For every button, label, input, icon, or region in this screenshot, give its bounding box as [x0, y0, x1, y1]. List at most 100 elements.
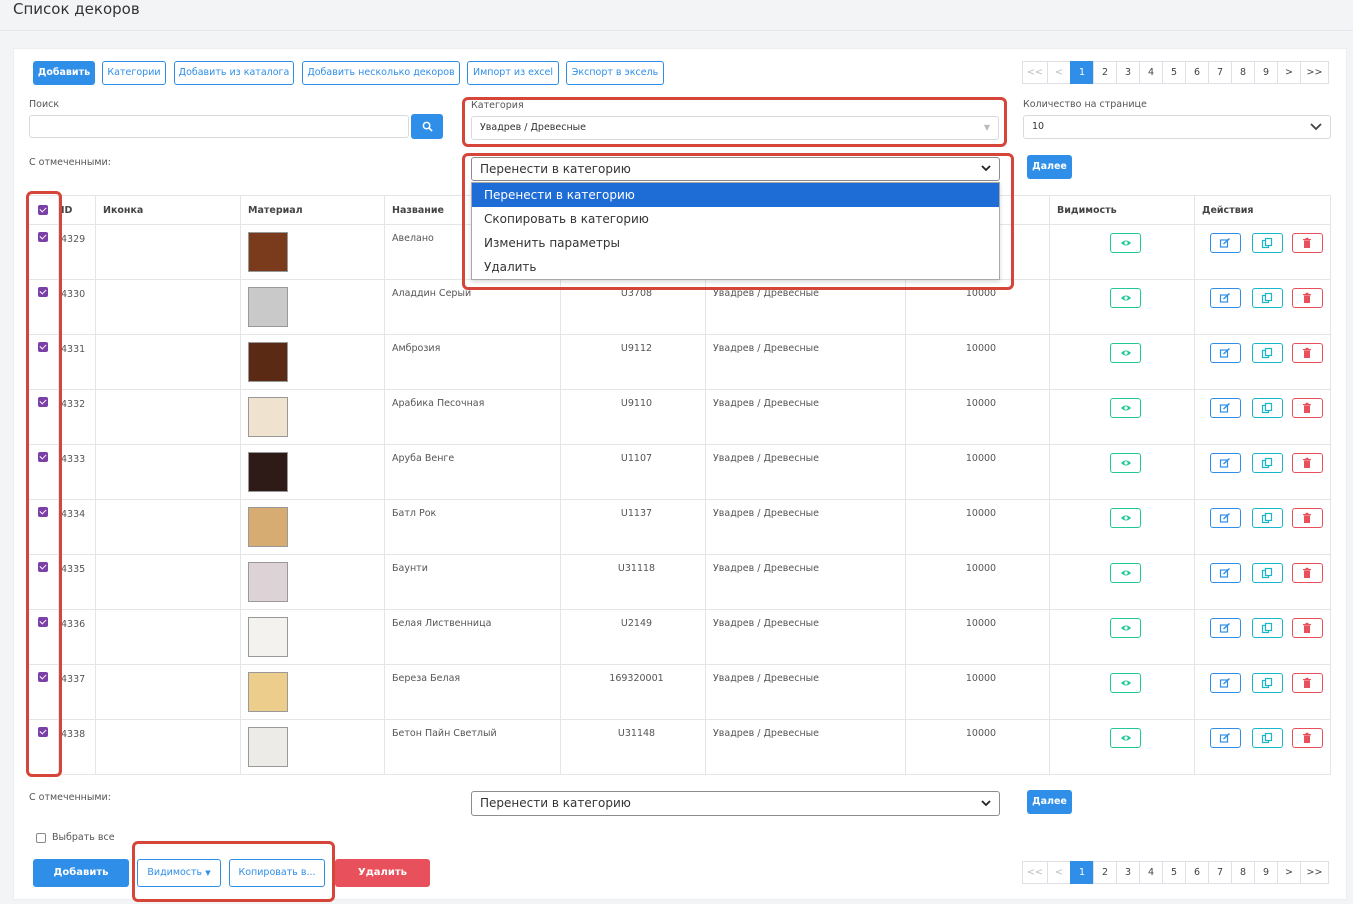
pagination-page[interactable]: 4 — [1139, 861, 1163, 884]
footer-next-button[interactable]: Далее — [1027, 790, 1072, 814]
row-checkbox[interactable] — [38, 727, 48, 737]
copy-button[interactable] — [1251, 508, 1283, 528]
footer-bulk-action-select[interactable]: Перенести в категорию — [471, 791, 1000, 816]
dropdown-option-delete[interactable]: Удалить — [472, 255, 999, 279]
per-page-select[interactable]: 10 — [1023, 115, 1331, 139]
bulk-action-select[interactable]: Перенести в категорию — [471, 157, 1000, 181]
delete-button[interactable]: Удалить — [335, 859, 430, 887]
dropdown-option-move[interactable]: Перенести в категорию — [472, 183, 999, 207]
pagination-last[interactable]: >> — [1300, 861, 1329, 884]
copy-button[interactable] — [1251, 453, 1283, 473]
copy-button[interactable] — [1251, 233, 1283, 253]
select-all-checkbox[interactable] — [36, 833, 46, 843]
edit-button[interactable] — [1209, 728, 1241, 748]
delete-row-button[interactable] — [1291, 398, 1323, 418]
pagination-page[interactable]: 9 — [1254, 61, 1278, 84]
dropdown-option-copy[interactable]: Скопировать в категорию — [472, 207, 999, 231]
copy-button[interactable] — [1251, 728, 1283, 748]
delete-row-button[interactable] — [1291, 233, 1323, 253]
visibility-toggle-button[interactable] — [1110, 618, 1141, 638]
header-select-checkbox[interactable] — [28, 195, 59, 225]
visibility-toggle-button[interactable] — [1110, 288, 1141, 308]
row-checkbox[interactable] — [38, 452, 48, 462]
add-button[interactable]: Добавить — [33, 61, 95, 85]
pagination-prev[interactable]: < — [1047, 61, 1071, 84]
visibility-toggle-button[interactable] — [1110, 233, 1141, 253]
checkbox-checked[interactable] — [38, 204, 48, 215]
pagination-first[interactable]: << — [1022, 61, 1048, 84]
copy-button[interactable] — [1251, 673, 1283, 693]
pagination-page[interactable]: 8 — [1231, 61, 1255, 84]
pagination-page[interactable]: 7 — [1208, 861, 1232, 884]
edit-button[interactable] — [1209, 673, 1241, 693]
delete-row-button[interactable] — [1291, 508, 1323, 528]
visibility-dropdown-button[interactable]: Видимость ▼ — [137, 859, 221, 887]
visibility-toggle-button[interactable] — [1110, 728, 1141, 748]
pagination-page[interactable]: 5 — [1162, 861, 1186, 884]
edit-button[interactable] — [1209, 618, 1241, 638]
delete-row-button[interactable] — [1291, 343, 1323, 363]
row-checkbox[interactable] — [38, 617, 48, 627]
delete-row-button[interactable] — [1291, 728, 1323, 748]
pagination-page[interactable]: 5 — [1162, 61, 1186, 84]
pagination-last[interactable]: >> — [1300, 61, 1329, 84]
header-icon[interactable]: Иконка — [95, 195, 241, 225]
add-multiple-button[interactable]: Добавить несколько декоров — [302, 61, 460, 85]
copy-button[interactable] — [1251, 343, 1283, 363]
row-checkbox[interactable] — [38, 672, 48, 682]
copy-button[interactable] — [1251, 618, 1283, 638]
pagination-page[interactable]: 2 — [1093, 861, 1117, 884]
copy-button[interactable] — [1251, 398, 1283, 418]
visibility-toggle-button[interactable] — [1110, 343, 1141, 363]
header-material[interactable]: Материал — [240, 195, 385, 225]
pagination-page[interactable]: 6 — [1185, 61, 1209, 84]
export-excel-button[interactable]: Экспорт в эксель — [566, 61, 664, 85]
pagination-page[interactable]: 7 — [1208, 61, 1232, 84]
edit-button[interactable] — [1209, 563, 1241, 583]
pagination-first[interactable]: << — [1022, 861, 1048, 884]
footer-add-button[interactable]: Добавить — [33, 859, 129, 887]
delete-row-button[interactable] — [1291, 618, 1323, 638]
row-checkbox[interactable] — [38, 342, 48, 352]
header-id[interactable]: ID — [58, 195, 96, 225]
copy-button[interactable] — [1251, 288, 1283, 308]
edit-button[interactable] — [1209, 398, 1241, 418]
add-from-catalog-button[interactable]: Добавить из каталога — [174, 61, 294, 85]
visibility-toggle-button[interactable] — [1110, 398, 1141, 418]
edit-button[interactable] — [1209, 343, 1241, 363]
pagination-page[interactable]: 6 — [1185, 861, 1209, 884]
pagination-page[interactable]: 2 — [1093, 61, 1117, 84]
dropdown-option-edit-params[interactable]: Изменить параметры — [472, 231, 999, 255]
search-input[interactable] — [29, 115, 409, 138]
row-checkbox[interactable] — [38, 562, 48, 572]
row-checkbox[interactable] — [38, 507, 48, 517]
pagination-page[interactable]: 1 — [1070, 861, 1094, 884]
edit-button[interactable] — [1209, 288, 1241, 308]
visibility-toggle-button[interactable] — [1110, 453, 1141, 473]
pagination-page[interactable]: 4 — [1139, 61, 1163, 84]
row-checkbox[interactable] — [38, 397, 48, 407]
copy-button[interactable] — [1251, 563, 1283, 583]
pagination-page[interactable]: 9 — [1254, 861, 1278, 884]
pagination-page[interactable]: 3 — [1116, 61, 1140, 84]
category-select[interactable]: Увадрев / Древесные ▼ — [471, 116, 999, 140]
row-checkbox[interactable] — [38, 287, 48, 297]
pagination-next[interactable]: > — [1277, 861, 1301, 884]
delete-row-button[interactable] — [1291, 453, 1323, 473]
categories-button[interactable]: Категории — [102, 61, 166, 85]
edit-button[interactable] — [1209, 508, 1241, 528]
pagination-page[interactable]: 3 — [1116, 861, 1140, 884]
visibility-toggle-button[interactable] — [1110, 673, 1141, 693]
delete-row-button[interactable] — [1291, 563, 1323, 583]
row-checkbox[interactable] — [38, 232, 48, 242]
visibility-toggle-button[interactable] — [1110, 563, 1141, 583]
import-excel-button[interactable]: Импорт из excel — [467, 61, 559, 85]
pagination-page[interactable]: 1 — [1070, 61, 1094, 84]
edit-button[interactable] — [1209, 233, 1241, 253]
bulk-next-button[interactable]: Далее — [1027, 155, 1072, 179]
pagination-page[interactable]: 8 — [1231, 861, 1255, 884]
edit-button[interactable] — [1209, 453, 1241, 473]
delete-row-button[interactable] — [1291, 673, 1323, 693]
copy-to-button[interactable]: Копировать в... — [229, 859, 325, 887]
pagination-prev[interactable]: < — [1047, 861, 1071, 884]
